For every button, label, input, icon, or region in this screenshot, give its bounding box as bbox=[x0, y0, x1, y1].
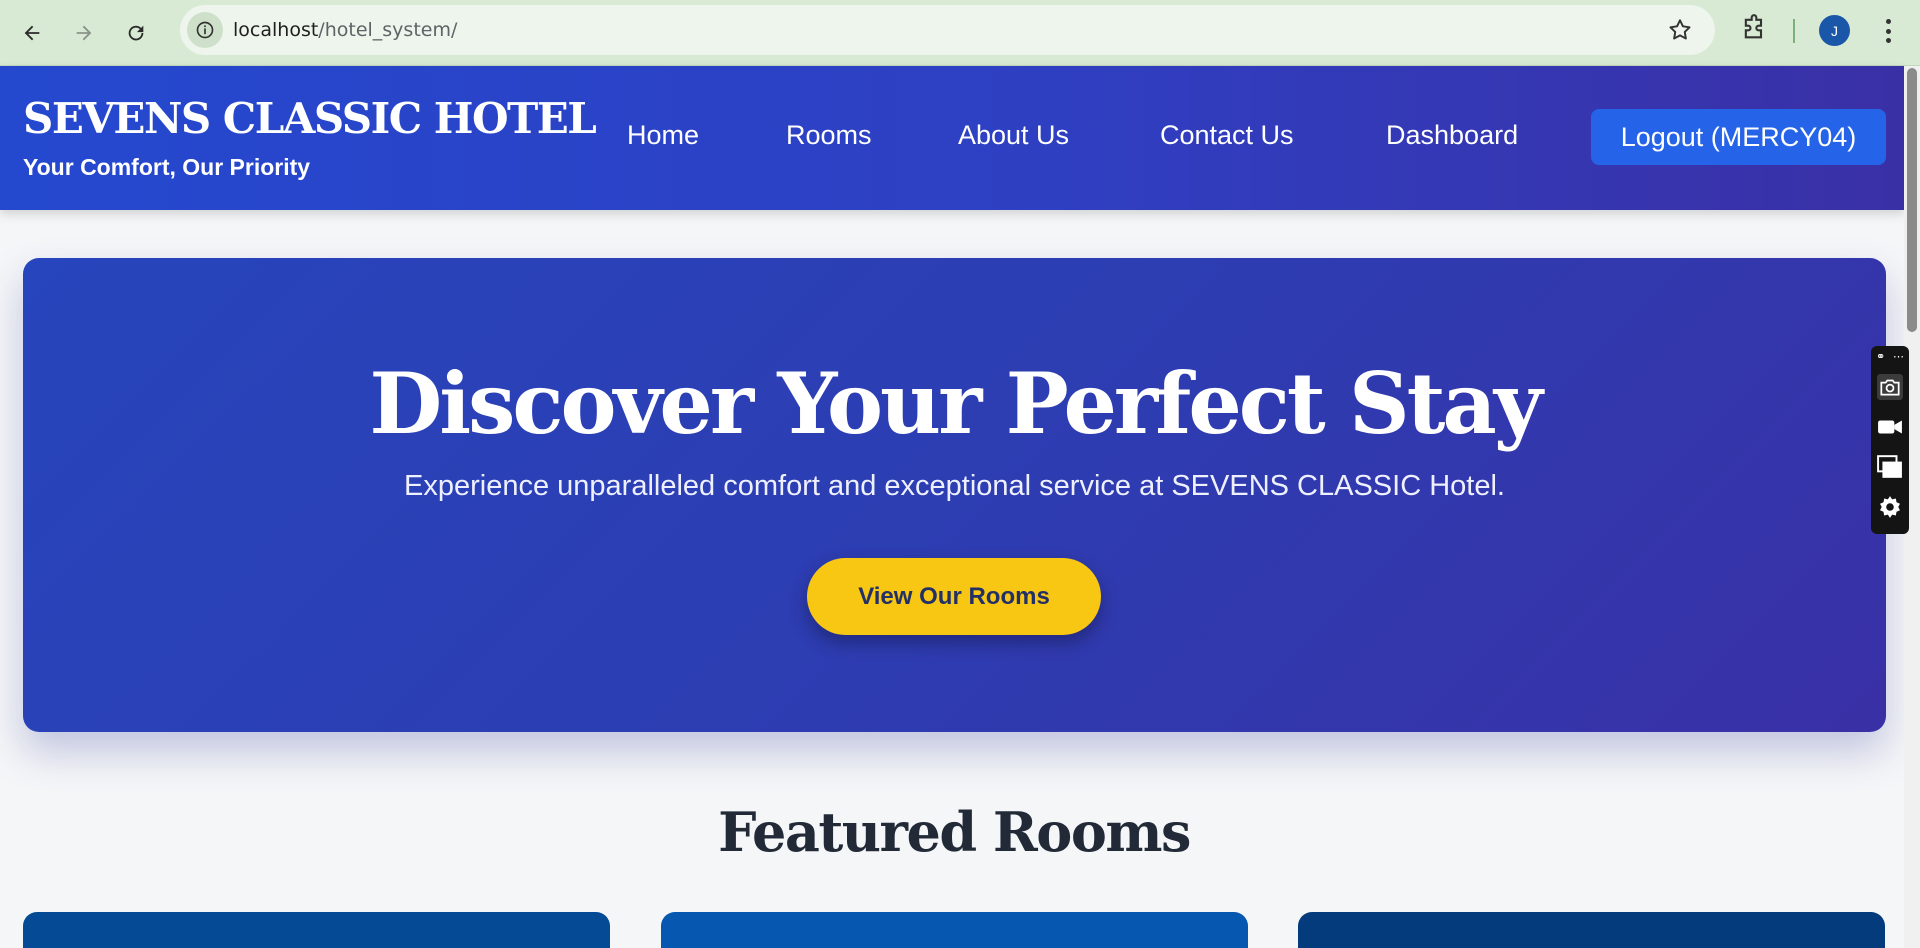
browser-toolbar: localhost/hotel_system/ J bbox=[0, 0, 1920, 66]
reload-icon bbox=[128, 25, 144, 40]
extensions-icon[interactable] bbox=[1740, 14, 1768, 42]
hero-subtitle: Experience unparalleled comfort and exce… bbox=[404, 470, 1505, 502]
hero-banner: Discover Your Perfect Stay Experience un… bbox=[23, 258, 1886, 732]
profile-avatar[interactable]: J bbox=[1819, 15, 1850, 46]
logout-button[interactable]: Logout (MERCY04) bbox=[1591, 109, 1886, 165]
url-host: localhost bbox=[233, 19, 319, 41]
more-icon[interactable]: ⋯ bbox=[1893, 350, 1904, 364]
nav-about-us[interactable]: About Us bbox=[958, 120, 1069, 151]
nav-contact-us[interactable]: Contact Us bbox=[1160, 120, 1294, 151]
hero-title: Discover Your Perfect Stay bbox=[369, 354, 1542, 453]
scrollbar-thumb[interactable] bbox=[1907, 68, 1917, 332]
room-card[interactable] bbox=[23, 912, 610, 948]
camera-icon[interactable] bbox=[1877, 374, 1903, 400]
address-bar[interactable]: localhost/hotel_system/ bbox=[180, 5, 1715, 55]
forward-button[interactable] bbox=[64, 13, 104, 53]
toolbar-divider bbox=[1793, 19, 1795, 43]
star-icon[interactable] bbox=[1667, 17, 1693, 43]
brand-title[interactable]: SEVENS CLASSIC HOTEL bbox=[23, 94, 597, 143]
url-path: /hotel_system/ bbox=[318, 19, 458, 41]
reload-button[interactable] bbox=[116, 13, 156, 53]
windows-icon[interactable] bbox=[1877, 454, 1903, 480]
link-icon[interactable]: ⚭ bbox=[1876, 350, 1885, 364]
nav-home[interactable]: Home bbox=[627, 120, 699, 151]
forward-arrow-icon bbox=[76, 25, 92, 40]
url-text: localhost/hotel_system/ bbox=[233, 19, 457, 41]
gear-icon[interactable] bbox=[1877, 494, 1903, 520]
back-arrow-icon bbox=[24, 25, 40, 40]
capture-toolbar: ⚭ ⋯ bbox=[1871, 346, 1909, 534]
nav-dashboard[interactable]: Dashboard bbox=[1386, 120, 1518, 151]
room-card[interactable] bbox=[661, 912, 1248, 948]
site-header: SEVENS CLASSIC HOTEL Your Comfort, Our P… bbox=[0, 66, 1904, 210]
nav-rooms[interactable]: Rooms bbox=[786, 120, 872, 151]
room-card[interactable] bbox=[1298, 912, 1885, 948]
capture-toolbar-header[interactable]: ⚭ ⋯ bbox=[1876, 350, 1904, 364]
featured-rooms-title: Featured Rooms bbox=[718, 800, 1191, 864]
view-rooms-button[interactable]: View Our Rooms bbox=[807, 558, 1101, 635]
browser-menu-button[interactable] bbox=[1876, 16, 1900, 46]
video-icon[interactable] bbox=[1877, 414, 1903, 440]
back-button[interactable] bbox=[12, 13, 52, 53]
info-icon[interactable] bbox=[187, 12, 223, 48]
brand-tagline: Your Comfort, Our Priority bbox=[23, 154, 311, 180]
